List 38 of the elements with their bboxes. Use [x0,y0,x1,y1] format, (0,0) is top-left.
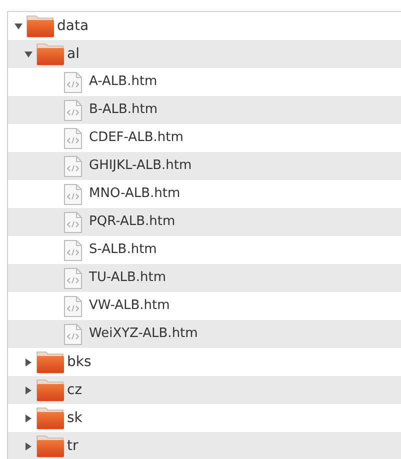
file-name[interactable]: GHIJKL-ALB.htm [89,156,192,176]
file-name[interactable]: A-ALB.htm [89,72,158,92]
file-name[interactable]: CDEF-ALB.htm [89,128,184,148]
file-name[interactable]: S-ALB.htm [89,240,157,260]
expand-triangle-icon[interactable] [24,358,33,366]
code-file-icon [63,210,83,234]
expand-triangle-icon[interactable] [24,442,33,450]
file-name[interactable]: PQR-ALB.htm [89,212,176,232]
code-file-icon [63,70,83,94]
code-file-icon [63,98,83,122]
folder-name[interactable]: tr [67,436,78,456]
folder-name[interactable]: al [67,44,80,64]
folder-icon [36,434,65,458]
folder-name[interactable]: data [57,16,89,36]
code-file-icon [63,238,83,262]
expand-triangle-icon[interactable] [24,414,33,422]
folder-icon [36,42,65,66]
file-name[interactable]: VW-ALB.htm [89,296,170,316]
code-file-icon [63,182,83,206]
file-name[interactable]: TU-ALB.htm [89,268,166,288]
code-file-icon [63,126,83,150]
folder-icon [36,406,65,430]
folder-name[interactable]: cz [67,380,82,400]
file-name[interactable]: WeiXYZ-ALB.htm [89,324,198,344]
code-file-icon [63,266,83,290]
folder-icon [36,378,65,402]
collapse-triangle-icon[interactable] [24,50,33,58]
folder-icon [26,14,55,38]
collapse-triangle-icon[interactable] [14,22,23,30]
code-file-icon [63,294,83,318]
file-name[interactable]: B-ALB.htm [89,100,158,120]
folder-name[interactable]: sk [67,408,82,428]
folder-icon [36,350,65,374]
file-name[interactable]: MNO-ALB.htm [89,184,180,204]
code-file-icon [63,154,83,178]
code-file-icon [63,322,83,346]
folder-name[interactable]: bks [67,352,92,372]
expand-triangle-icon[interactable] [24,386,33,394]
